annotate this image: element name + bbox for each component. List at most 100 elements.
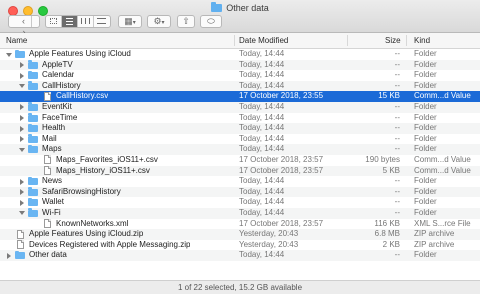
list-view-icon-line xyxy=(66,21,73,22)
file-kind: ZIP archive xyxy=(414,229,455,239)
folder-icon xyxy=(15,49,25,58)
table-row[interactable]: Calendar Today, 14:44 -- Folder xyxy=(0,70,480,81)
name-column-header[interactable]: Name xyxy=(6,36,27,45)
file-kind: Comm...d Value xyxy=(414,91,471,101)
file-size: -- xyxy=(394,176,400,186)
table-row[interactable]: Wallet Today, 14:44 -- Folder xyxy=(0,197,480,208)
file-name: CallHistory.csv xyxy=(56,91,109,101)
kind-column-header[interactable]: Kind xyxy=(414,36,430,45)
size-column-header[interactable]: Size xyxy=(385,36,401,45)
file-kind: Folder xyxy=(414,123,437,133)
table-row[interactable]: Apple Features Using iCloud.zip Yesterda… xyxy=(0,229,480,240)
table-row[interactable]: Wi-Fi Today, 14:44 -- Folder xyxy=(0,207,480,219)
icon-view-icon xyxy=(50,18,57,24)
table-row[interactable]: Health Today, 14:44 -- Folder xyxy=(0,123,480,134)
disclosure-triangle-closed-icon[interactable] xyxy=(20,178,24,185)
table-row[interactable]: Maps Today, 14:44 -- Folder xyxy=(0,144,480,155)
share-icon: ⇧ xyxy=(182,16,190,26)
table-row[interactable]: Maps_History_iOS11+.csv 17 October 2018,… xyxy=(0,165,480,177)
file-date: 17 October 2018, 23:57 xyxy=(239,165,324,175)
folder-icon xyxy=(28,60,38,69)
table-row-selected[interactable]: CallHistory.csv 17 October 2018, 23:55 1… xyxy=(0,91,480,102)
table-row[interactable]: Other data Today, 14:44 -- Folder xyxy=(0,250,480,261)
file-kind: Folder xyxy=(414,176,437,186)
file-name: Wallet xyxy=(42,197,64,207)
column-divider xyxy=(234,35,235,46)
file-date: Yesterday, 20:43 xyxy=(239,239,299,249)
file-name: FaceTime xyxy=(42,112,78,122)
file-name: SafariBrowsingHistory xyxy=(42,186,121,196)
disclosure-triangle-closed-icon[interactable] xyxy=(20,189,24,196)
date-modified-column-header[interactable]: Date Modified xyxy=(239,36,288,45)
disclosure-triangle-closed-icon[interactable] xyxy=(20,72,24,79)
file-size: -- xyxy=(394,70,400,80)
file-name: Other data xyxy=(29,250,67,260)
table-row[interactable]: Mail Today, 14:44 -- Folder xyxy=(0,134,480,145)
file-name: Devices Registered with Apple Messaging.… xyxy=(29,239,191,249)
disclosure-triangle-closed-icon[interactable] xyxy=(20,136,24,143)
table-row[interactable]: KnownNetworks.xml 17 October 2018, 23:57… xyxy=(0,219,480,230)
tag-icon: ⬭ xyxy=(207,16,215,26)
disclosure-triangle-closed-icon[interactable] xyxy=(20,199,24,206)
list-view-icon xyxy=(66,18,73,19)
xml-file-icon xyxy=(44,219,51,228)
file-date: Today, 14:44 xyxy=(239,207,285,217)
gear-icon: ⚙ xyxy=(153,16,162,26)
icon-view-button[interactable] xyxy=(46,16,62,27)
file-kind: Folder xyxy=(414,250,437,260)
file-date: 17 October 2018, 23:55 xyxy=(239,91,324,101)
file-size: 116 KB xyxy=(374,218,400,228)
table-row[interactable]: News Today, 14:44 -- Folder xyxy=(0,176,480,187)
window-title-text: Other data xyxy=(226,3,269,13)
disclosure-triangle-open-icon[interactable] xyxy=(19,84,25,89)
disclosure-triangle-open-icon[interactable] xyxy=(19,147,25,152)
file-size: -- xyxy=(394,112,400,122)
file-kind: Folder xyxy=(414,207,437,217)
column-view-button[interactable] xyxy=(78,16,94,27)
file-name: Apple Features Using iCloud xyxy=(29,49,131,58)
file-kind: Folder xyxy=(414,80,437,90)
arrange-button[interactable]: ▦▾ xyxy=(118,15,142,28)
file-size: -- xyxy=(394,144,400,154)
column-header: Name Date Modified Size Kind xyxy=(0,33,480,49)
file-name: Apple Features Using iCloud.zip xyxy=(29,229,144,239)
list-view-button[interactable] xyxy=(62,16,78,27)
file-size: -- xyxy=(394,59,400,69)
action-button[interactable]: ⚙▾ xyxy=(147,15,171,28)
file-date: Today, 14:44 xyxy=(239,49,285,58)
column-divider xyxy=(347,35,348,46)
table-row[interactable]: SafariBrowsingHistory Today, 14:44 -- Fo… xyxy=(0,186,480,198)
disclosure-triangle-open-icon[interactable] xyxy=(6,52,12,57)
disclosure-triangle-open-icon[interactable] xyxy=(19,211,25,216)
back-button[interactable]: ‹ xyxy=(16,16,32,27)
disclosure-triangle-closed-icon[interactable] xyxy=(20,104,24,111)
folder-icon xyxy=(28,102,38,111)
folder-icon xyxy=(28,81,38,90)
disclosure-triangle-closed-icon[interactable] xyxy=(20,62,24,69)
file-date: Today, 14:44 xyxy=(239,197,285,207)
table-row[interactable]: CallHistory Today, 14:44 -- Folder xyxy=(0,80,480,92)
disclosure-triangle-closed-icon[interactable] xyxy=(7,252,11,259)
file-date: Today, 14:44 xyxy=(239,176,285,186)
file-date: Today, 14:44 xyxy=(239,133,285,143)
disclosure-triangle-closed-icon[interactable] xyxy=(20,115,24,122)
file-date: Yesterday, 20:43 xyxy=(239,229,299,239)
file-name: Calendar xyxy=(42,70,75,80)
file-name: Wi-Fi xyxy=(42,207,61,217)
table-row[interactable]: Apple Features Using iCloud Today, 14:44… xyxy=(0,49,480,60)
table-row[interactable]: FaceTime Today, 14:44 -- Folder xyxy=(0,113,480,124)
table-row[interactable]: EventKit Today, 14:44 -- Folder xyxy=(0,101,480,113)
tags-button[interactable]: ⬭ xyxy=(200,15,222,28)
table-row[interactable]: AppleTV Today, 14:44 -- Folder xyxy=(0,59,480,71)
file-name: Maps_Favorites_iOS11+.csv xyxy=(56,154,158,164)
gallery-view-icon xyxy=(97,18,106,24)
file-date: Today, 14:44 xyxy=(239,112,285,122)
disclosure-triangle-closed-icon[interactable] xyxy=(20,125,24,132)
gallery-view-button[interactable] xyxy=(94,16,110,27)
navigation-buttons: ‹› xyxy=(8,15,40,37)
share-button[interactable]: ⇧ xyxy=(177,15,195,28)
file-kind: Folder xyxy=(414,59,437,69)
table-row[interactable]: Maps_Favorites_iOS11+.csv 17 October 201… xyxy=(0,155,480,166)
table-row[interactable]: Devices Registered with Apple Messaging.… xyxy=(0,240,480,251)
file-date: Today, 14:44 xyxy=(239,250,285,260)
